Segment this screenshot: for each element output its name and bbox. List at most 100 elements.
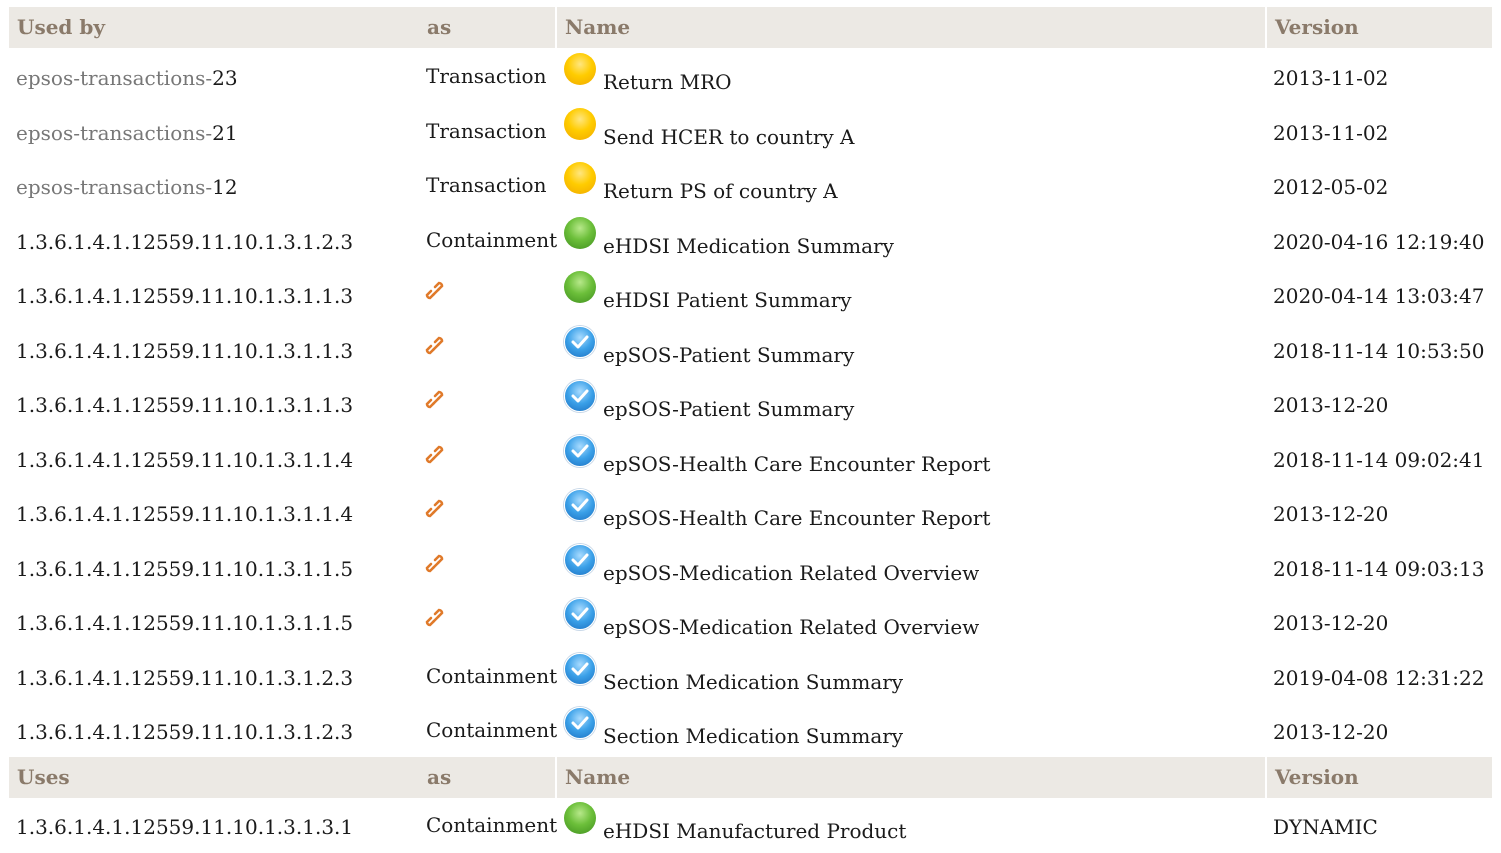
reference-id: 1.3.6.1.4.1.12559.11.10.1.3.1.1.3 <box>16 339 353 363</box>
reference-id[interactable]: epsos-transactions-23 <box>16 66 238 90</box>
status-blue-check-icon <box>564 652 596 685</box>
relation-type: Containment <box>426 227 558 252</box>
header-name: Name <box>557 7 1265 48</box>
link-icon[interactable] <box>424 553 448 577</box>
reference-id-value: 1.3.6.1.4.1.12559.11.10.1.3.1.3.1 <box>16 815 354 839</box>
template-version: 2018-11-14 10:53:50 <box>1273 338 1485 363</box>
table-row: 1.3.6.1.4.1.12559.11.10.1.3.1.1.5 epSOS-M… <box>0 595 1501 649</box>
reference-id[interactable]: epsos-transactions-21 <box>16 121 238 145</box>
link-icon[interactable] <box>424 389 448 413</box>
table-row: 1.3.6.1.4.1.12559.11.10.1.3.1.1.4 epSOS-H… <box>0 432 1501 486</box>
status-yellow-icon <box>564 162 596 194</box>
table-row: 1.3.6.1.4.1.12559.11.10.1.3.1.1.3 epSOS-P… <box>0 377 1501 431</box>
link-icon[interactable] <box>424 444 448 468</box>
table-row: epsos-transactions-12 Transaction Return P… <box>0 159 1501 213</box>
status-blue-check-icon <box>564 543 596 576</box>
status-yellow-icon <box>564 53 596 85</box>
relation-type: Transaction <box>426 173 547 197</box>
reference-id-prefix[interactable]: epsos-transactions- <box>16 66 212 90</box>
template-version: 2013-12-20 <box>1273 502 1389 526</box>
template-version: 2018-11-14 09:03:13 <box>1273 556 1485 581</box>
template-name[interactable]: eHDSI Medication Summary <box>603 234 894 258</box>
status-blue-check-icon <box>564 707 596 739</box>
link-icon[interactable] <box>424 607 448 631</box>
link-icon[interactable] <box>424 335 448 359</box>
template-name[interactable]: Return MRO <box>603 70 732 94</box>
template-name[interactable]: Section Medication Summary <box>603 670 903 694</box>
reference-id: 1.3.6.1.4.1.12559.11.10.1.3.1.2.3 <box>16 666 353 690</box>
template-version: 2020-04-14 13:03:47 <box>1273 284 1485 308</box>
template-name[interactable]: epSOS-Medication Related Overview <box>603 561 979 585</box>
reference-id: 1.3.6.1.4.1.12559.11.10.1.3.1.2.3 <box>16 230 353 254</box>
table-row: 1.3.6.1.4.1.12559.11.10.1.3.1.1.3 eHDSI P… <box>0 268 1501 322</box>
template-name[interactable]: eHDSI Manufactured Product <box>603 819 906 843</box>
template-name[interactable]: eHDSI Patient Summary <box>603 288 852 312</box>
reference-id-prefix[interactable]: epsos-transactions- <box>16 121 212 145</box>
reference-id: 1.3.6.1.4.1.12559.11.10.1.3.1.1.4 <box>16 448 353 472</box>
reference-id-value: 1.3.6.1.4.1.12559.11.10.1.3.1.1.3 <box>16 338 354 363</box>
template-name[interactable]: Return PS of country A <box>603 179 838 203</box>
header-used-by: Used by <box>9 7 419 48</box>
reference-id: 1.3.6.1.4.1.12559.11.10.1.3.1.1.5 <box>16 611 353 635</box>
template-version: 2012-05-02 <box>1273 175 1389 199</box>
reference-id-value: 12 <box>212 175 238 199</box>
reference-id-value: 21 <box>212 120 238 145</box>
table-row: 1.3.6.1.4.1.12559.11.10.1.3.1.2.3 Contain… <box>0 650 1501 704</box>
template-name[interactable]: Section Medication Summary <box>603 724 903 748</box>
table-row: 1.3.6.1.4.1.12559.11.10.1.3.1.2.3 Contain… <box>0 214 1501 268</box>
reference-id-value: 1.3.6.1.4.1.12559.11.10.1.3.1.1.3 <box>16 393 354 417</box>
dependencies-table: Used by as Name Version epsos-transactio… <box>0 0 1501 845</box>
reference-id-value: 1.3.6.1.4.1.12559.11.10.1.3.1.2.3 <box>16 720 354 744</box>
status-blue-check-icon <box>564 434 596 467</box>
relation-type: Containment <box>426 663 558 688</box>
table-row: epsos-transactions-21 Transaction Send HCE… <box>0 105 1501 159</box>
template-name[interactable]: epSOS-Health Care Encounter Report <box>603 452 990 476</box>
reference-id: 1.3.6.1.4.1.12559.11.10.1.3.1.1.3 <box>16 284 353 308</box>
link-icon[interactable] <box>424 280 448 304</box>
link-icon[interactable] <box>424 498 448 522</box>
reference-id-value: 1.3.6.1.4.1.12559.11.10.1.3.1.1.3 <box>16 284 354 308</box>
table-row: 1.3.6.1.4.1.12559.11.10.1.3.1.1.4 epSOS-H… <box>0 486 1501 540</box>
reference-id-value: 23 <box>212 66 238 90</box>
header-version: Version <box>1267 757 1492 798</box>
status-yellow-icon <box>564 107 596 140</box>
template-name[interactable]: epSOS-Patient Summary <box>603 397 854 421</box>
table-row: 1.3.6.1.4.1.12559.11.10.1.3.1.1.3 epSOS-P… <box>0 323 1501 377</box>
status-blue-check-icon <box>564 380 596 412</box>
template-name[interactable]: epSOS-Patient Summary <box>603 343 854 367</box>
status-green-icon <box>564 216 596 249</box>
relation-type: Containment <box>426 813 558 837</box>
template-version: 2013-12-20 <box>1273 611 1389 635</box>
reference-id: 1.3.6.1.4.1.12559.11.10.1.3.1.1.5 <box>16 557 353 581</box>
template-version: 2013-11-02 <box>1273 66 1389 90</box>
uses-header-row: Uses as Name Version <box>9 757 1492 798</box>
template-name[interactable]: epSOS-Medication Related Overview <box>603 615 979 639</box>
status-green-icon <box>564 271 596 303</box>
template-version: 2013-11-02 <box>1273 120 1389 145</box>
reference-id-prefix[interactable]: epsos-transactions- <box>16 175 212 199</box>
template-version: 2020-04-16 12:19:40 <box>1273 229 1485 254</box>
reference-id-value: 1.3.6.1.4.1.12559.11.10.1.3.1.1.4 <box>16 447 354 472</box>
template-name[interactable]: epSOS-Health Care Encounter Report <box>603 506 990 530</box>
template-version: 2018-11-14 09:02:41 <box>1273 447 1485 472</box>
reference-id-value: 1.3.6.1.4.1.12559.11.10.1.3.1.2.3 <box>16 665 354 690</box>
table-row: epsos-transactions-23 Transaction Return M… <box>0 50 1501 104</box>
header-as: as <box>419 7 555 48</box>
table-row: 1.3.6.1.4.1.12559.11.10.1.3.1.1.5 epSOS-M… <box>0 541 1501 595</box>
template-version: 2019-04-08 12:31:22 <box>1273 665 1485 690</box>
status-blue-check-icon <box>564 598 596 630</box>
template-name[interactable]: Send HCER to country A <box>603 125 854 149</box>
reference-id-value: 1.3.6.1.4.1.12559.11.10.1.3.1.2.3 <box>16 229 354 254</box>
relation-type: Containment <box>426 718 558 742</box>
header-as: as <box>419 757 555 798</box>
reference-id-value: 1.3.6.1.4.1.12559.11.10.1.3.1.1.5 <box>16 556 354 581</box>
header-uses: Uses <box>9 757 419 798</box>
header-version: Version <box>1267 7 1492 48</box>
status-blue-check-icon <box>564 489 596 521</box>
used-by-header-row: Used by as Name Version <box>9 7 1492 48</box>
relation-type: Transaction <box>426 118 547 143</box>
reference-id[interactable]: epsos-transactions-12 <box>16 175 238 199</box>
reference-id-value: 1.3.6.1.4.1.12559.11.10.1.3.1.1.5 <box>16 611 354 635</box>
template-version: DYNAMIC <box>1273 815 1378 839</box>
template-version: 2013-12-20 <box>1273 720 1389 744</box>
